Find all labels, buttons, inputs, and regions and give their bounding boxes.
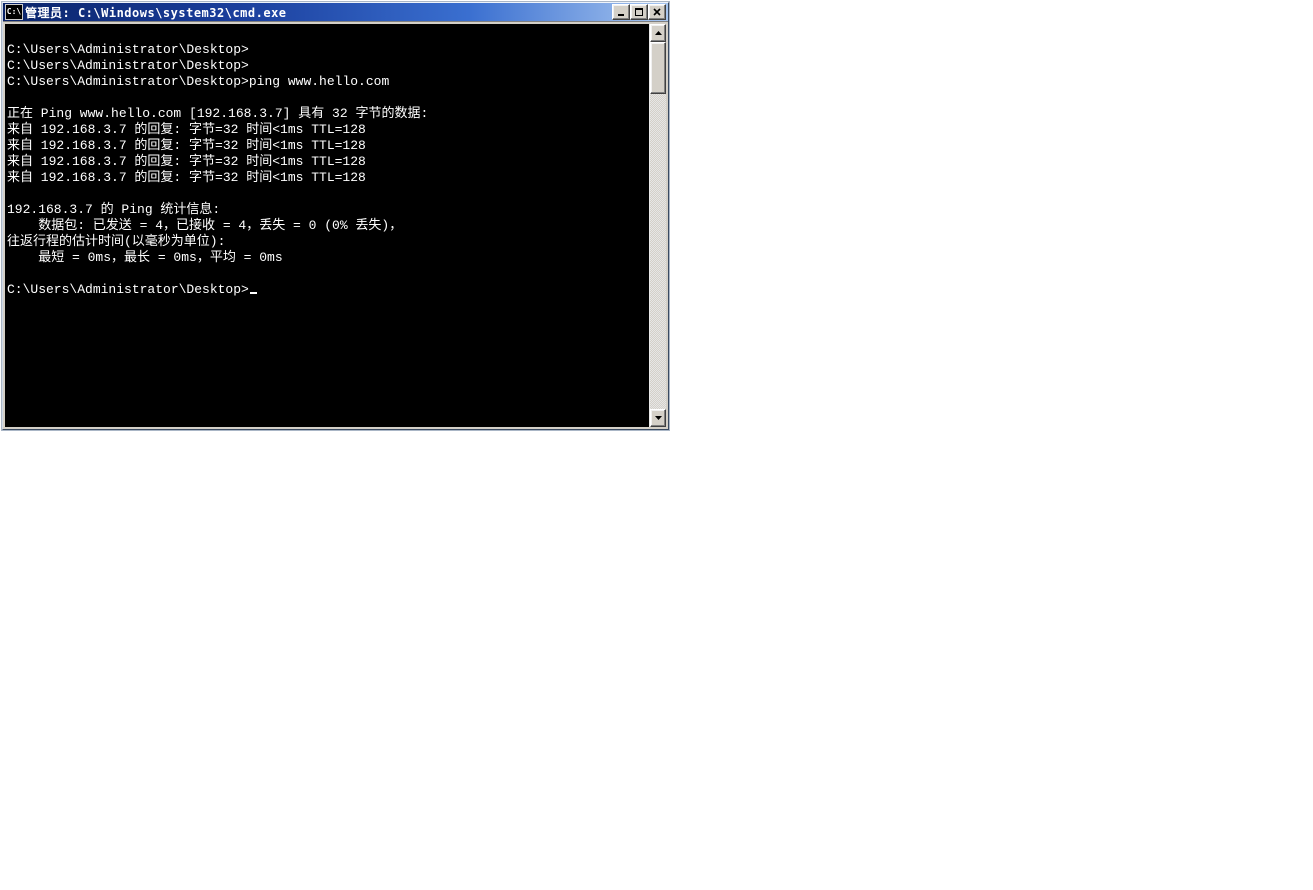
text-cursor <box>250 292 257 294</box>
console-line: 正在 Ping www.hello.com [192.168.3.7] 具有 3… <box>7 106 649 122</box>
console-line: C:\Users\Administrator\Desktop> <box>7 42 649 58</box>
cmd-icon: C:\ <box>5 4 23 20</box>
console-output[interactable]: C:\Users\Administrator\Desktop>C:\Users\… <box>5 24 649 427</box>
console-line: 数据包: 已发送 = 4，已接收 = 4，丢失 = 0 (0% 丢失)， <box>7 218 649 234</box>
console-line: C:\Users\Administrator\Desktop>ping www.… <box>7 74 649 90</box>
title-bar[interactable]: C:\ 管理员: C:\Windows\system32\cmd.exe <box>3 3 668 21</box>
window-controls <box>612 4 668 20</box>
cmd-window: C:\ 管理员: C:\Windows\system32\cmd.exe C:\… <box>2 2 669 430</box>
console-line <box>7 26 649 42</box>
console-line: 来自 192.168.3.7 的回复: 字节=32 时间<1ms TTL=128 <box>7 122 649 138</box>
vertical-scrollbar[interactable] <box>649 24 666 427</box>
client-area: C:\Users\Administrator\Desktop>C:\Users\… <box>3 21 668 429</box>
close-button[interactable] <box>648 4 666 20</box>
window-title: 管理员: C:\Windows\system32\cmd.exe <box>25 4 287 21</box>
console-line: 来自 192.168.3.7 的回复: 字节=32 时间<1ms TTL=128 <box>7 138 649 154</box>
maximize-button[interactable] <box>630 4 648 20</box>
scrollbar-thumb[interactable] <box>650 42 666 94</box>
console-line: 最短 = 0ms，最长 = 0ms，平均 = 0ms <box>7 250 649 266</box>
console-line: 往返行程的估计时间(以毫秒为单位): <box>7 234 649 250</box>
console-line <box>7 266 649 282</box>
scroll-down-button[interactable] <box>650 409 666 427</box>
minimize-button[interactable] <box>612 4 630 20</box>
console-line: 来自 192.168.3.7 的回复: 字节=32 时间<1ms TTL=128 <box>7 154 649 170</box>
console-line: 来自 192.168.3.7 的回复: 字节=32 时间<1ms TTL=128 <box>7 170 649 186</box>
scroll-up-button[interactable] <box>650 24 666 42</box>
console-line <box>7 186 649 202</box>
console-line: 192.168.3.7 的 Ping 统计信息: <box>7 202 649 218</box>
console-line: C:\Users\Administrator\Desktop> <box>7 58 649 74</box>
console-line: C:\Users\Administrator\Desktop> <box>7 282 649 298</box>
scrollbar-track[interactable] <box>650 42 666 409</box>
console-line <box>7 90 649 106</box>
